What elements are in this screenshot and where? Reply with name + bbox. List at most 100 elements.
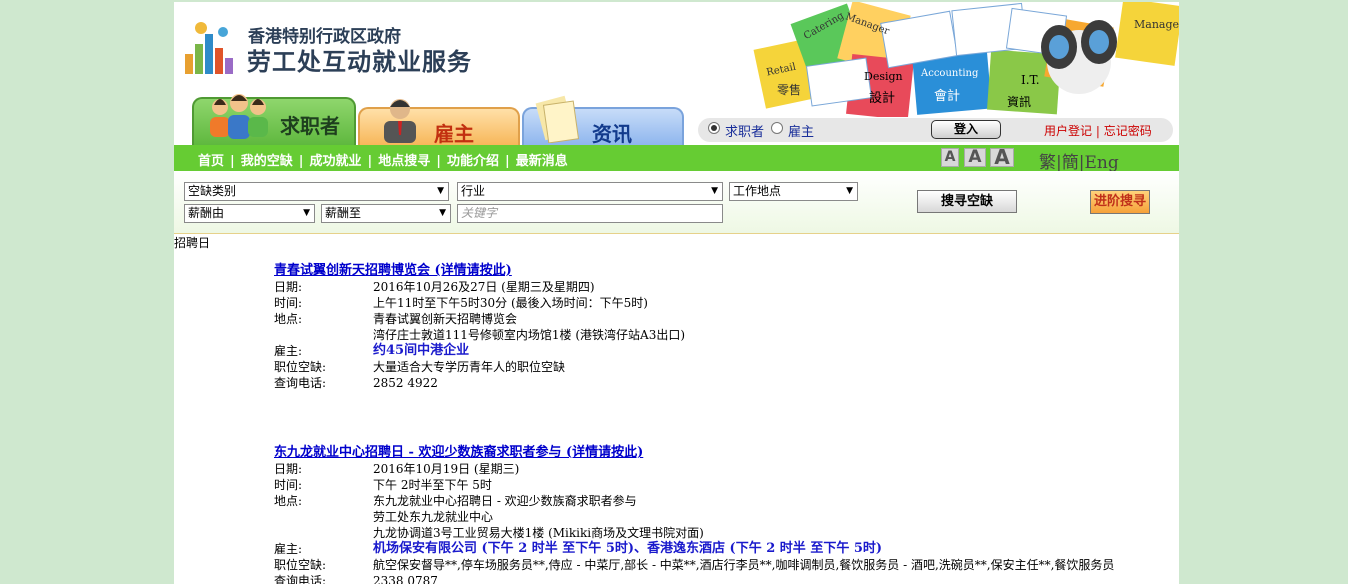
nav-separator: | [298,154,304,169]
banner-word: Design [864,70,903,83]
recruitment-event: 东九龙就业中心招聘日 - 欢迎少数族裔求职者参与 (详情请按此) 日期: 2016… [274,445,1174,584]
industry-select[interactable]: 行业 [457,182,723,201]
radio-job-seeker[interactable] [708,122,720,134]
work-location-select[interactable]: 工作地点 [729,182,858,201]
event-enquiry-row: 查询电话: 2338 0787 [274,573,1174,584]
event-enquiry-phone: 2338 0787 [373,574,438,584]
link-separator: | [1095,124,1100,138]
register-link[interactable]: 用户登记 [1044,124,1092,138]
label: 日期: [274,280,303,294]
nav-success-stories[interactable]: 成功就业 [310,154,362,169]
nav-home[interactable]: 首页 [198,154,224,169]
event-venue-row: 地点: 青春试翼创新天招聘博览会 [274,311,1174,327]
event-date: 2016年10月19日 (星期三) [373,462,520,476]
login-links: 用户登记 | 忘记密码 [1044,122,1152,139]
nav-separator: | [436,154,441,169]
employer-icon [384,99,416,143]
event-enquiry-row: 查询电话: 2852 4922 [274,375,1174,391]
login-bar: 求职者 雇主 登入 用户登记 | 忘记密码 [698,118,1173,142]
event-title-link[interactable]: 青春试翼创新天招聘博览会 (详情请按此) [274,263,1174,279]
nav-separator: | [505,154,510,169]
nav-separator: | [230,154,235,169]
event-time-row: 时间: 下午 2时半至下午 5时 [274,477,1174,493]
radio-employer-label[interactable]: 雇主 [788,121,814,140]
event-time: 下午 2时半至下午 5时 [373,478,492,492]
site-header: 香港特别行政区政府 劳工处互动就业服务 Retail 零售 Catering M… [174,2,1179,146]
nav-links: 首页 | 我的空缺 | 成功就业 | 地点搜寻 | 功能介绍 | 最新消息 [198,150,568,169]
banner-word: Manager [1134,18,1179,31]
lang-simplified[interactable]: 簡 [1062,153,1079,173]
nav-separator: | [367,154,373,169]
label: 职位空缺: [274,360,327,374]
document-icon [535,95,580,143]
event-date-row: 日期: 2016年10月19日 (星期三) [274,461,1174,477]
nav-latest-news[interactable]: 最新消息 [516,154,568,169]
event-venue-row: 九龙协调道3号工业贸易大楼1楼 (Mikiki商场及文理书院对面) [274,525,1174,541]
label: 职位空缺: [274,558,327,572]
font-size-large-button[interactable]: A [990,147,1014,167]
radio-employer[interactable] [771,122,783,134]
recruitment-event: 青春试翼创新天招聘博览会 (详情请按此) 日期: 2016年10月26及27日 (… [274,263,1174,391]
language-switcher: 繁|簡|Eng [1039,148,1119,173]
job-categories-banner: Retail 零售 Catering Manager Design 設計 Acc… [753,2,1179,117]
tab-employer-label: 雇主 [434,122,474,146]
tab-employer[interactable]: 雇主 [358,99,520,146]
event-date-row: 日期: 2016年10月26及27日 (星期三及星期四) [274,279,1174,295]
event-time: 上午11时至下午5时30分 (最後入场时间：下午5时) [373,296,648,310]
event-venue-row: 地点: 东九龙就业中心招聘日 - 欢迎少数族裔求职者参与 [274,493,1174,509]
lang-english[interactable]: Eng [1084,153,1118,173]
event-vacancies-row: 职位空缺: 大量适合大专学历青年人的职位空缺 [274,359,1174,375]
label: 地点: [274,494,303,508]
radio-job-seeker-label[interactable]: 求职者 [725,121,764,140]
event-title-link[interactable]: 东九龙就业中心招聘日 - 欢迎少数族裔求职者参与 (详情请按此) [274,445,1174,461]
label: 雇主: [274,542,303,556]
tab-information[interactable]: 资讯 [522,95,684,146]
event-enquiry-phone: 2852 4922 [373,376,438,390]
event-venue-row: 劳工处东九龙就业中心 [274,509,1174,525]
event-vacancies: 大量适合大专学历青年人的职位空缺 [373,360,566,374]
main-nav: 首页 | 我的空缺 | 成功就业 | 地点搜寻 | 功能介绍 | 最新消息 A A A 繁|簡|En… [174,145,1179,173]
label: 雇主: [274,344,303,358]
event-venue-centre: 劳工处东九龙就业中心 [373,510,494,524]
event-venue: 东九龙就业中心招聘日 - 欢迎少数族裔求职者参与 [373,494,637,508]
event-vacancies-row: 职位空缺: 航空保安督导**,停车场服务员**,侍应 - 中菜厅,部长 - 中菜*… [274,557,1174,573]
job-category-select[interactable]: 空缺类别 [184,182,449,201]
event-time-row: 时间: 上午11时至下午5时30分 (最後入场时间：下午5时) [274,295,1174,311]
nav-features[interactable]: 功能介绍 [447,154,499,169]
label: 时间: [274,296,303,310]
event-venue-row: 湾仔庄士敦道111号修顿室内场馆1楼 (港铁湾仔站A3出口) [274,327,1174,343]
page-breadcrumb: 招聘日 [174,236,211,250]
page-container: 香港特别行政区政府 劳工处互动就业服务 Retail 零售 Catering M… [174,2,1179,584]
event-venue-address: 九龙协调道3号工业贸易大楼1楼 (Mikiki商场及文理书院对面) [373,526,704,540]
forgot-password-link[interactable]: 忘记密码 [1104,124,1152,138]
salary-from-select[interactable]: 薪酬由 [184,204,315,223]
banner-word: I.T. [1021,73,1040,87]
event-date: 2016年10月26及27日 (星期三及星期四) [373,280,595,294]
font-size-small-button[interactable]: A [941,148,959,167]
label: 查询电话: [274,574,327,584]
nav-location-search[interactable]: 地点搜寻 [378,154,430,169]
font-size-medium-button[interactable]: A [964,148,986,167]
lang-traditional[interactable]: 繁 [1039,153,1056,173]
nav-my-vacancies[interactable]: 我的空缺 [241,154,293,169]
keyword-input[interactable]: 关键字 [457,204,723,223]
advanced-search-button[interactable]: 进阶搜寻 [1090,190,1150,214]
event-employer-row: 雇主: 约45间中港企业 [274,343,1174,359]
banner-word: 設計 [869,90,895,106]
vacancy-search-panel: 空缺类别 行业 工作地点 薪酬由 薪酬至 关键字 搜寻空缺 进阶搜寻 [174,171,1179,234]
tab-job-seeker-label: 求职者 [280,114,340,138]
event-employer: 机场保安有限公司 (下午 2 时半 至下午 5时)、香港逸东酒店 (下午 2 时… [373,541,883,556]
salary-to-select[interactable]: 薪酬至 [321,204,451,223]
login-button[interactable]: 登入 [931,120,1001,139]
event-employer-row: 雇主: 机场保安有限公司 (下午 2 时半 至下午 5时)、香港逸东酒店 (下午 … [274,541,1174,557]
labour-department-logo[interactable] [183,18,241,76]
banner-word: Accounting [920,68,979,79]
search-vacancies-button[interactable]: 搜寻空缺 [917,190,1017,213]
org-name-line2: 劳工处互动就业服务 [247,48,472,76]
tab-job-seeker[interactable]: 求职者 [192,94,356,145]
event-venue-address: 湾仔庄士敦道111号修顿室内场馆1楼 (港铁湾仔站A3出口) [373,328,686,342]
banner-word: 零售 [777,82,801,97]
event-venue: 青春试翼创新天招聘博览会 [373,312,518,326]
label: 地点: [274,312,303,326]
banner-word: 會計 [934,88,960,104]
